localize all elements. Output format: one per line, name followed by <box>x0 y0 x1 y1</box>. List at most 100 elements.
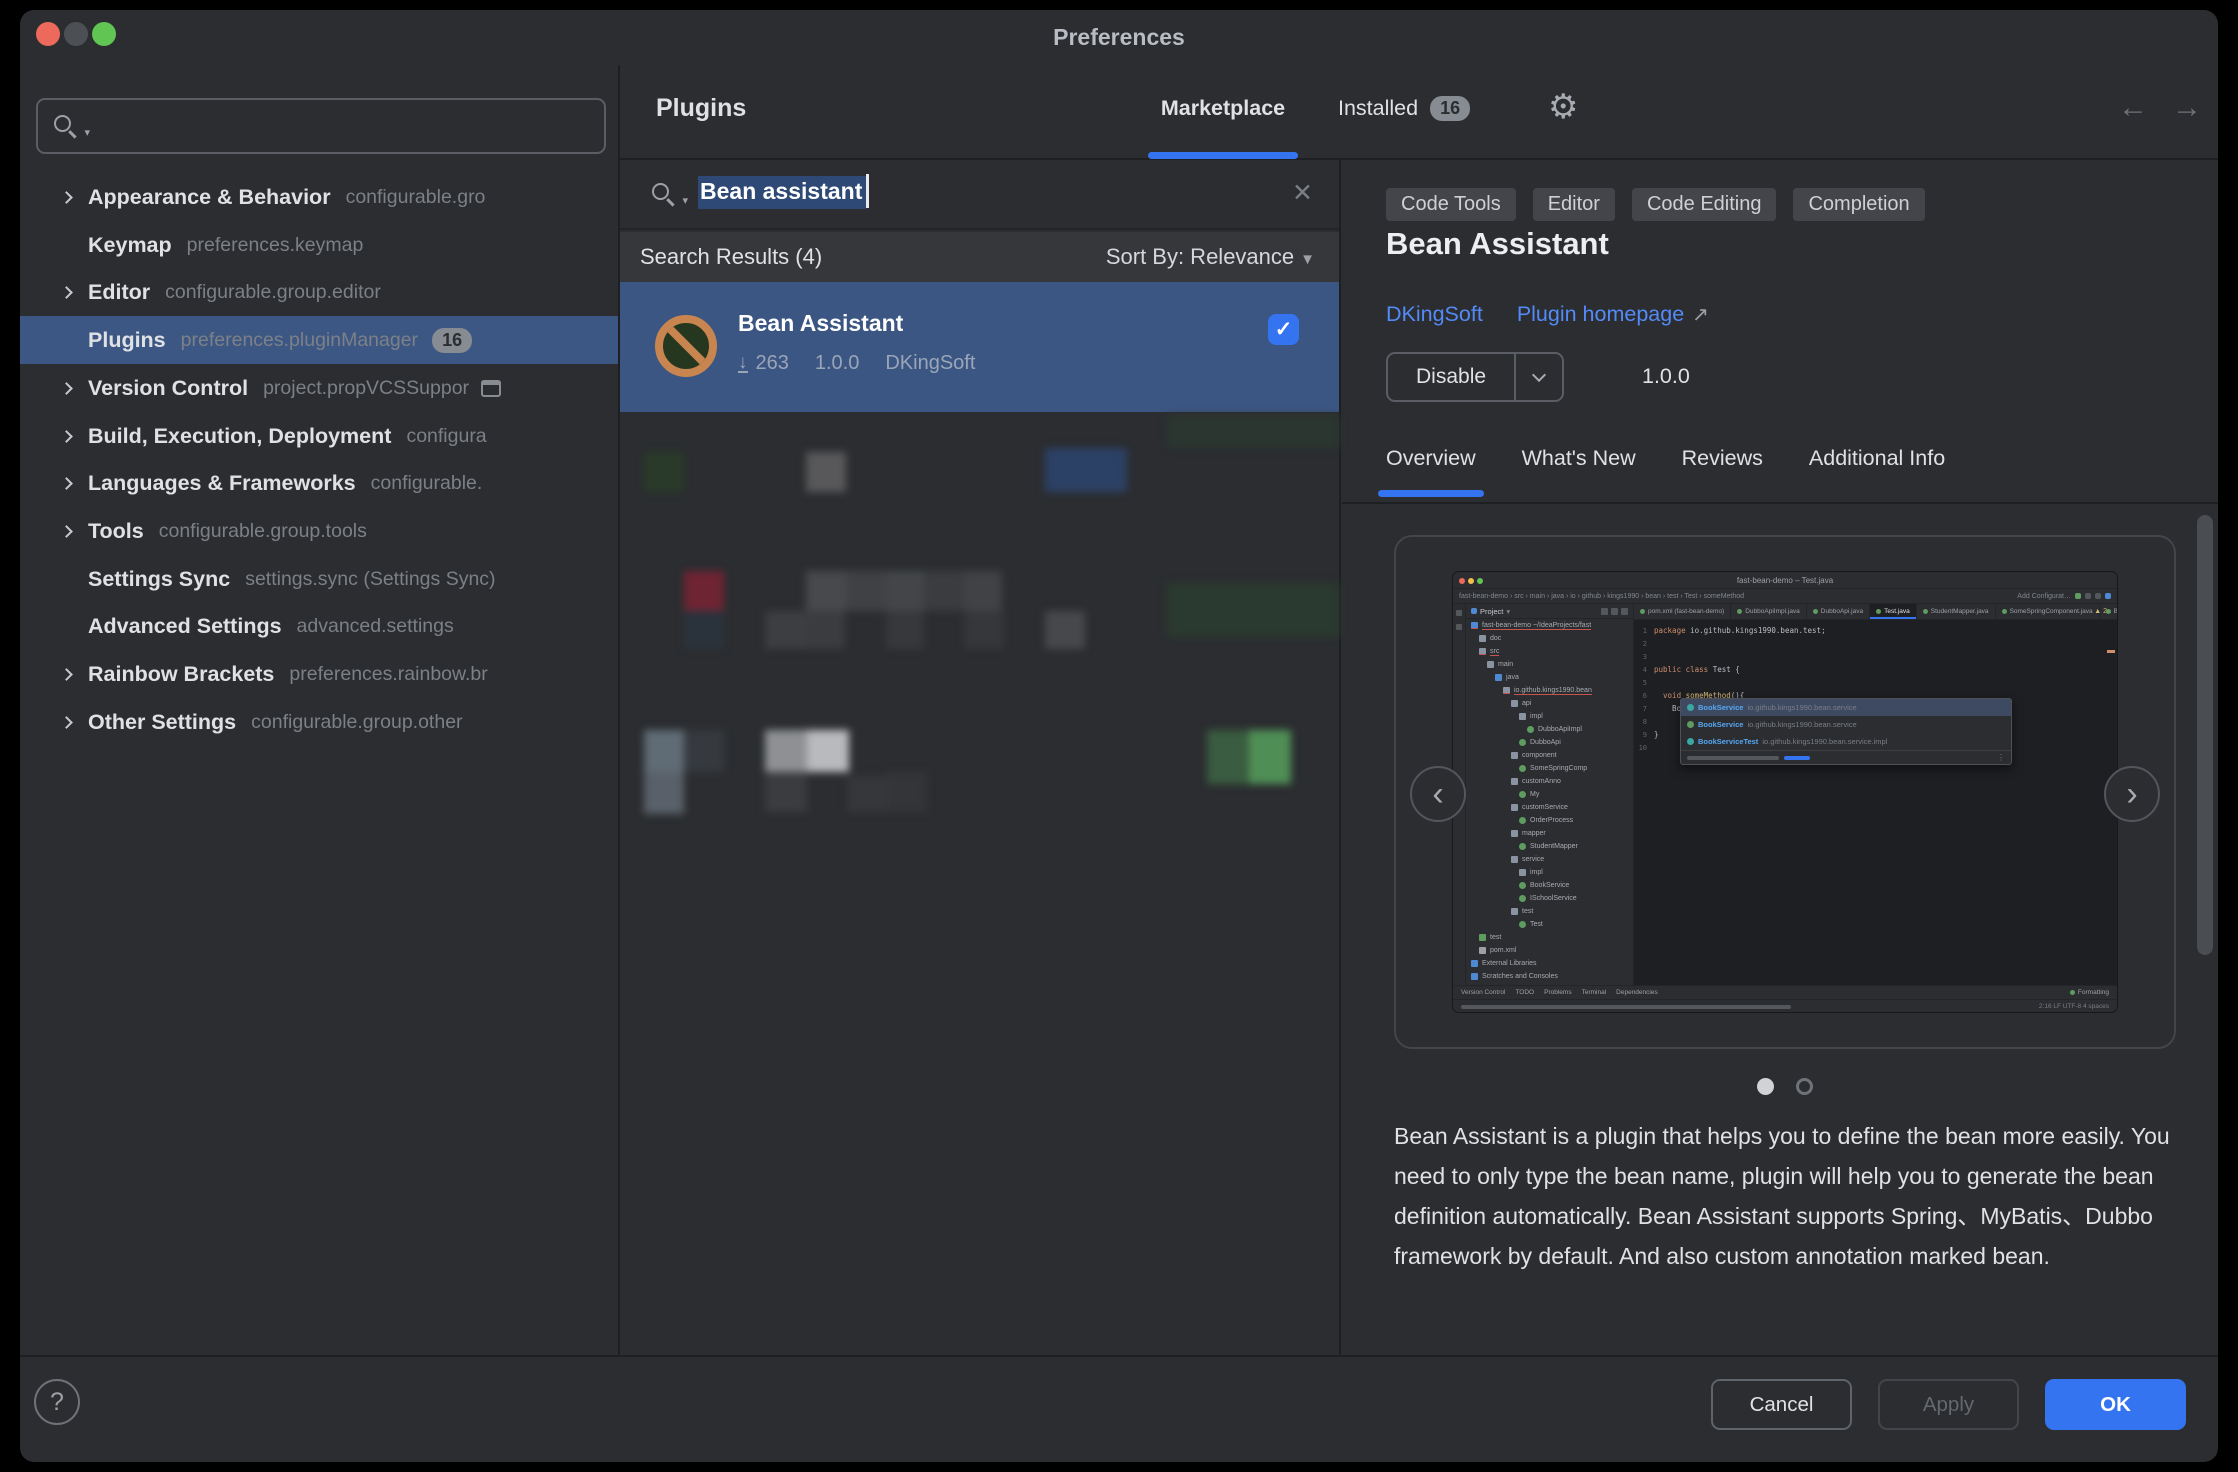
sidebar-item-id: configurable.group.other <box>251 710 463 733</box>
completion-icon <box>1687 704 1694 711</box>
chevron-right-icon[interactable] <box>60 190 73 204</box>
code-line: 1 package io.github.kings1990.bean.test; <box>1634 624 2117 637</box>
blurred-block <box>684 730 724 772</box>
completion-icon <box>1687 738 1694 745</box>
disable-split-button[interactable]: Disable <box>1386 352 1565 402</box>
tree-item-label: Test <box>1530 921 1543 928</box>
folder-icon <box>1519 713 1526 720</box>
sidebar-item-appearance-behavior[interactable]: Appearance & Behavior configurable.gro <box>20 173 618 221</box>
gear-icon[interactable]: ⚙ <box>1548 87 1578 127</box>
plugin-enabled-checkbox[interactable]: ✓ <box>1268 314 1299 345</box>
sidebar-item-rainbow-brackets[interactable]: Rainbow Brackets preferences.rainbow.br <box>20 650 618 698</box>
carousel-next-button[interactable]: › <box>2104 766 2160 822</box>
status-item: Version Control <box>1461 989 1506 996</box>
sidebar-item-other-settings[interactable]: Other Settings configurable.group.other <box>20 698 618 746</box>
sidebar-item-advanced-settings[interactable]: Advanced Settings advanced.settings <box>20 602 618 650</box>
status-item: Problems <box>1544 989 1572 996</box>
carousel-dot-2[interactable] <box>1796 1078 1813 1095</box>
chevron-right-icon[interactable] <box>60 381 73 395</box>
editor-tab-label: StudentMapper.java <box>1930 608 1989 615</box>
help-button[interactable]: ? <box>34 1379 80 1425</box>
tree-item-label: pom.xml <box>1490 947 1517 954</box>
tab-marketplace[interactable]: Marketplace <box>1148 96 1298 121</box>
blurred-results <box>620 415 1339 820</box>
editor-tab: pom.xml (fast-bean-demo) <box>1634 604 1732 619</box>
carousel-dots <box>1394 1078 2176 1095</box>
sidebar-item-build-execution-deployment[interactable]: Build, Execution, Deployment configura <box>20 412 618 460</box>
window-icon <box>481 379 502 397</box>
blurred-block <box>765 730 807 772</box>
sidebar-item-label: Plugins <box>88 327 166 352</box>
plugin-links: DKingSoft Plugin homepage ↗ <box>1386 302 1709 327</box>
chevron-right-icon[interactable] <box>60 524 73 538</box>
apply-button[interactable]: Apply <box>1878 1379 2019 1430</box>
search-icon[interactable]: ▾ <box>652 183 688 209</box>
sidebar-item-editor[interactable]: Editor configurable.group.editor <box>20 268 618 316</box>
tree-item-label: External Libraries <box>1482 960 1537 967</box>
class-icon <box>1519 921 1526 928</box>
sidebar-item-settings-sync[interactable]: Settings Sync settings.sync (Settings Syn… <box>20 555 618 603</box>
plugin-logo-icon <box>655 315 717 377</box>
blurred-block <box>644 772 684 814</box>
line-number: 4 <box>1642 665 1647 674</box>
completion-item: BookService io.github.kings1990.bean.serv… <box>1681 699 2011 716</box>
forward-arrow-icon[interactable]: → <box>2172 91 2202 125</box>
plugin-detail-panel: Code Tools Editor Code Editing Completion B… <box>1342 160 2218 1355</box>
blurred-block <box>1249 730 1291 784</box>
chevron-right-icon[interactable] <box>60 476 73 490</box>
folder-icon <box>1495 674 1502 681</box>
tag-chip[interactable]: Editor <box>1532 188 1615 221</box>
detail-tab-overview[interactable]: Overview <box>1378 446 1484 501</box>
tree-item-label: customService <box>1522 804 1568 811</box>
settings-search-input[interactable]: ▾ <box>36 98 606 154</box>
sidebar-item-label: Other Settings <box>88 709 237 734</box>
chevron-right-icon[interactable] <box>60 285 73 299</box>
sidebar-item-languages-frameworks[interactable]: Languages & Frameworks configurable. <box>20 459 618 507</box>
disable-button-label[interactable]: Disable <box>1388 365 1514 389</box>
line-number: 6 <box>1642 691 1647 700</box>
plugin-search-field[interactable]: ▾ Bean assistant ✕ <box>620 160 1339 230</box>
detail-tab-additional-info[interactable]: Additional Info <box>1809 446 1945 501</box>
ok-button[interactable]: OK <box>2045 1379 2186 1430</box>
blurred-block <box>807 611 845 649</box>
tree-item-label: Scratches and Consoles <box>1482 973 1558 980</box>
tree-item-label: StudentMapper <box>1530 843 1578 850</box>
chevron-right-icon[interactable] <box>60 667 73 681</box>
chevron-right-icon[interactable] <box>60 715 73 729</box>
folder-icon <box>1479 648 1486 655</box>
detail-tab-reviews[interactable]: Reviews <box>1682 446 1763 501</box>
cancel-button[interactable]: Cancel <box>1711 1379 1852 1430</box>
page-title: Plugins <box>656 94 747 122</box>
tag-chip[interactable]: Completion <box>1793 188 1925 221</box>
chevron-right-icon[interactable] <box>60 429 73 443</box>
back-arrow-icon[interactable]: ← <box>2118 91 2148 125</box>
folder-icon <box>1519 869 1526 876</box>
sort-by-dropdown[interactable]: Sort By: Relevance ▼ <box>1106 244 1315 270</box>
disable-dropdown-button[interactable] <box>1516 367 1562 383</box>
carousel-prev-button[interactable]: ‹ <box>1410 766 1466 822</box>
scrollbar-thumb[interactable] <box>2197 515 2213 955</box>
tab-installed[interactable]: Installed 16 <box>1338 96 1471 121</box>
editor-tab: DubboApiImpl.java <box>1731 604 1807 619</box>
tag-chip[interactable]: Code Tools <box>1386 188 1516 221</box>
plugin-title: Bean Assistant <box>1386 226 1609 261</box>
project-tree-item: api <box>1466 697 1633 710</box>
active-tab-underline <box>1148 152 1298 159</box>
tree-item-label: impl <box>1530 713 1543 720</box>
sidebar-item-tools[interactable]: Tools configurable.group.tools <box>20 507 618 555</box>
line-number: 2 <box>1642 639 1647 648</box>
plugin-result-row[interactable]: Bean Assistant ↓ 263 1.0.0 DKingSoft ✓ <box>620 282 1339 412</box>
code-line: 3 <box>1634 650 2117 663</box>
folder-icon <box>1511 700 1518 707</box>
vendor-link[interactable]: DKingSoft <box>1386 302 1483 327</box>
tag-chip[interactable]: Code Editing <box>1631 188 1777 221</box>
clear-search-icon[interactable]: ✕ <box>1292 178 1313 208</box>
folder-icon <box>1511 804 1518 811</box>
detail-tab-what-s-new[interactable]: What's New <box>1522 446 1636 501</box>
sidebar-item-version-control[interactable]: Version Control project.propVCSSuppor <box>20 364 618 412</box>
carousel-dot-1[interactable] <box>1757 1078 1774 1095</box>
homepage-link[interactable]: Plugin homepage ↗ <box>1517 302 1709 327</box>
sidebar-item-keymap[interactable]: Keymap preferences.keymap <box>20 221 618 269</box>
sidebar-item-plugins[interactable]: Plugins preferences.pluginManager 16 <box>20 316 618 364</box>
tree-item-label: test <box>1490 934 1502 941</box>
